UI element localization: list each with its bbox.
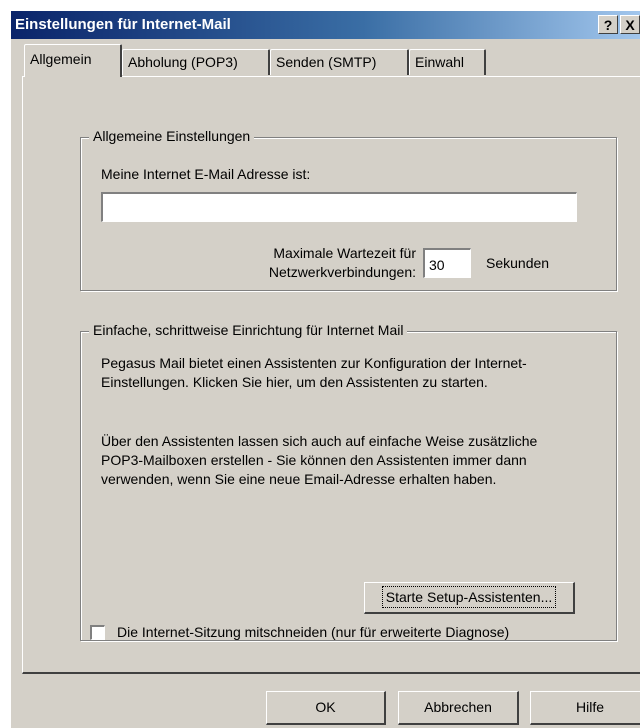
- email-address-input[interactable]: [101, 192, 577, 222]
- cancel-button[interactable]: Abbrechen: [398, 691, 519, 725]
- close-icon: X: [625, 17, 635, 33]
- timeout-unit-label: Sekunden: [486, 255, 550, 271]
- tab-senden-smtp[interactable]: Senden (SMTP): [270, 49, 409, 75]
- timeout-input[interactable]: [423, 248, 471, 278]
- tab-allgemein[interactable]: Allgemein: [24, 44, 122, 77]
- timeout-label-line2: Netzwerkverbindungen:: [268, 264, 416, 280]
- dialog-window: Einstellungen für Internet-Mail ? X Allg…: [10, 10, 640, 728]
- wizard-legend: Einfache, schrittweise Einrichtung für I…: [89, 322, 408, 338]
- help-button[interactable]: Hilfe: [530, 691, 640, 725]
- help-title-button[interactable]: ?: [598, 15, 618, 34]
- start-setup-wizard-label: Starte Setup-Assistenten...: [381, 586, 557, 608]
- tab-abholung-pop3[interactable]: Abholung (POP3): [122, 49, 270, 75]
- ok-button[interactable]: OK: [266, 691, 386, 725]
- timeout-label-line1: Maximale Wartezeit für: [273, 245, 416, 261]
- email-label: Meine Internet E-Mail Adresse ist:: [101, 166, 311, 182]
- wizard-intro-text: Pegasus Mail bietet einen Assistenten zu…: [101, 355, 527, 390]
- wizard-group: Einfache, schrittweise Einrichtung für I…: [80, 322, 617, 641]
- tab-panel-allgemein: Allgemeine Einstellungen Meine Internet …: [22, 76, 640, 674]
- question-mark-icon: ?: [603, 17, 613, 33]
- title-bar[interactable]: Einstellungen für Internet-Mail ? X: [11, 11, 640, 39]
- tab-einwahl[interactable]: Einwahl: [409, 49, 486, 75]
- general-settings-group: Allgemeine Einstellungen Meine Internet …: [80, 128, 617, 291]
- general-settings-legend: Allgemeine Einstellungen: [89, 128, 255, 144]
- wizard-info-text: Über den Assistenten lassen sich auch au…: [101, 433, 538, 487]
- start-setup-wizard-button[interactable]: Starte Setup-Assistenten...: [364, 582, 575, 614]
- window-title: Einstellungen für Internet-Mail: [15, 16, 231, 33]
- close-button[interactable]: X: [620, 15, 640, 34]
